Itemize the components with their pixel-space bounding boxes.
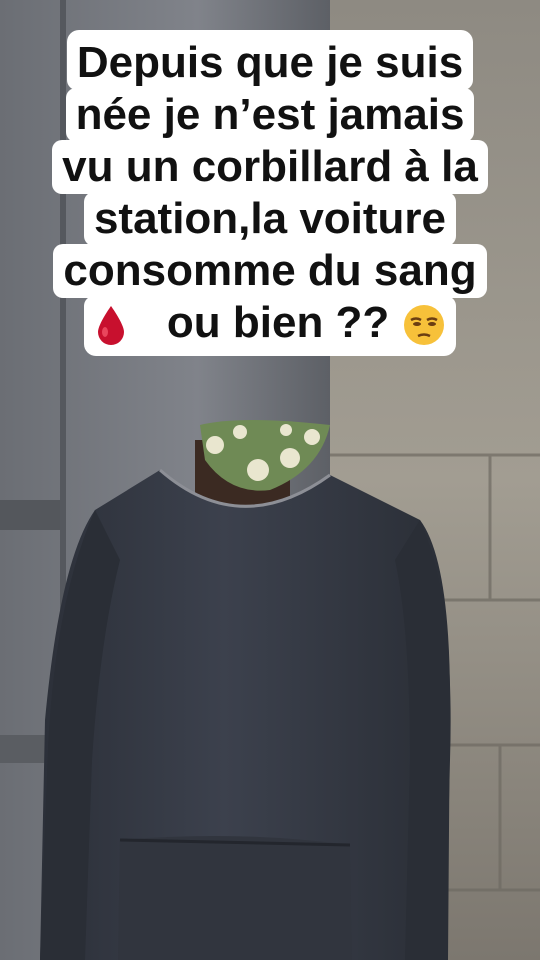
- caption-line-6: ou bien ??: [84, 296, 456, 356]
- caption-line-4: station,la voiture: [83, 192, 457, 246]
- door-frame: [0, 500, 60, 530]
- caption-line-2: née je n’est jamais: [65, 88, 475, 142]
- door-panel: [0, 735, 48, 763]
- caption-overlay: Depuis que je suis née je n’est jamais v…: [0, 30, 540, 356]
- caption-line-6-text: ou bien ??: [166, 298, 390, 347]
- caption-line-3: vu un corbillard à la: [52, 140, 488, 194]
- unamused-face-icon: [403, 305, 444, 346]
- blood-drop-icon: [98, 306, 125, 346]
- caption-line-1: Depuis que je suis: [66, 30, 474, 90]
- caption-line-5: consomme du sang: [53, 244, 487, 298]
